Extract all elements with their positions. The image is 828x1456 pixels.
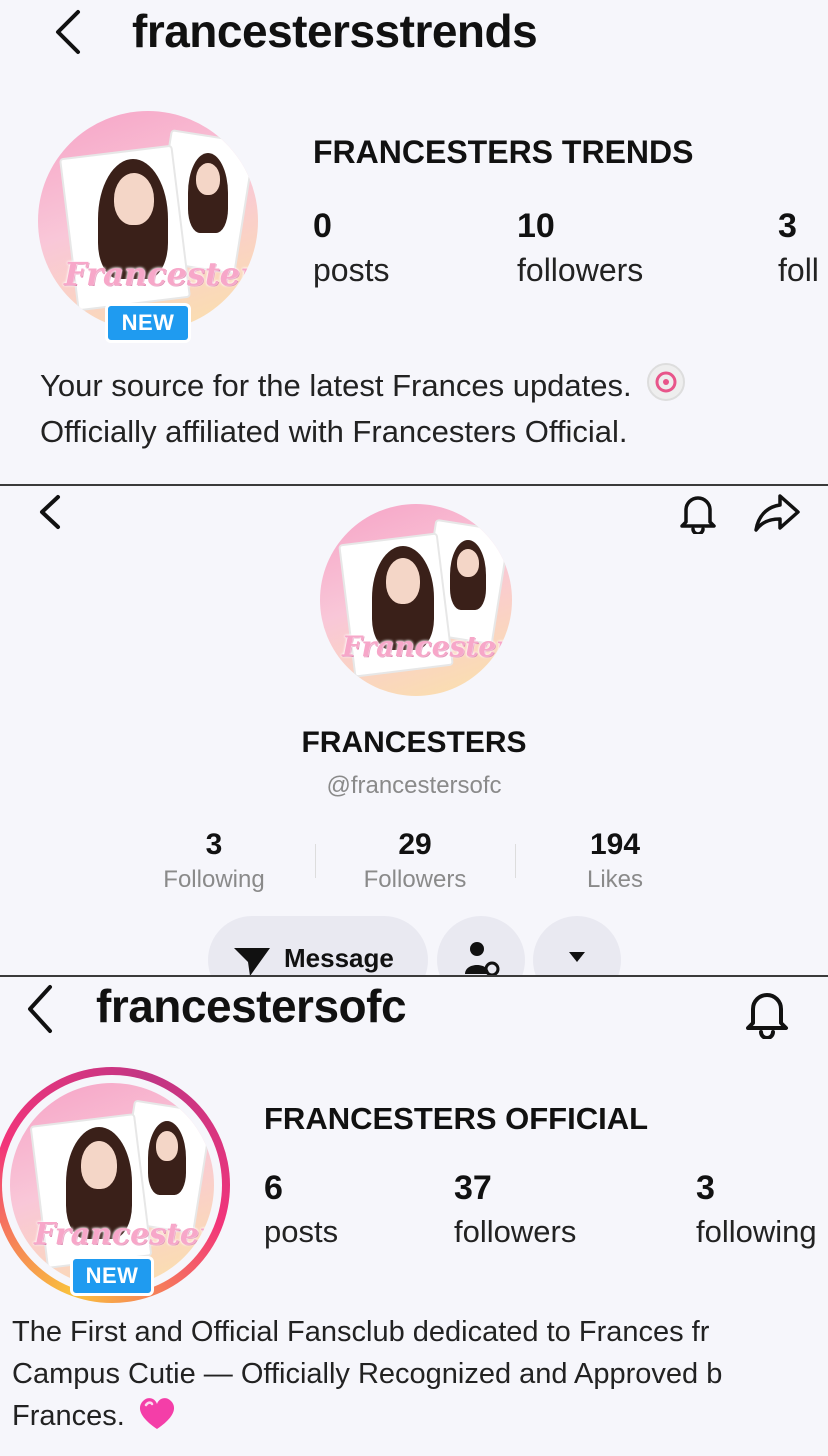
bell-icon[interactable] bbox=[740, 985, 794, 1039]
person-settings-icon bbox=[463, 940, 503, 975]
dropdown-caret-icon bbox=[567, 950, 587, 964]
swirl-emoji-icon bbox=[646, 362, 686, 402]
stat-value: 3 bbox=[696, 1169, 715, 1207]
stat-label: Likes bbox=[586, 866, 644, 893]
pink-heart-emoji-icon bbox=[137, 1395, 177, 1431]
stat-value: 3 bbox=[778, 207, 797, 245]
stat-label: foll bbox=[778, 252, 819, 288]
new-badge: NEW bbox=[105, 303, 191, 343]
profile-panel-francestersofc: francestersofc Francesters NEW FRANCESTE… bbox=[0, 977, 828, 1456]
message-send-icon bbox=[232, 944, 272, 975]
avatar-logo-text: Francesters bbox=[34, 1217, 214, 1252]
profile-username: francestersstrends bbox=[132, 5, 538, 57]
avatar[interactable]: Francesters bbox=[38, 111, 258, 331]
back-icon[interactable] bbox=[48, 6, 88, 58]
new-badge: NEW bbox=[70, 1256, 154, 1296]
stat-likes[interactable]: 194 Likes bbox=[515, 828, 715, 894]
profile-username: francestersofc bbox=[96, 980, 407, 1032]
stat-label: Following bbox=[163, 866, 265, 893]
bio-text: Campus Cutie — Officially Recognized and… bbox=[12, 1358, 723, 1390]
back-icon[interactable] bbox=[34, 492, 68, 532]
profile-display-name: FRANCESTERS OFFICIAL bbox=[264, 1101, 649, 1136]
stat-label: followers bbox=[454, 1214, 577, 1249]
stat-following[interactable]: 3 following bbox=[696, 1169, 817, 1250]
more-options-button[interactable] bbox=[533, 916, 621, 975]
stat-followers[interactable]: 10 followers bbox=[517, 207, 643, 289]
profile-display-name: FRANCESTERS bbox=[301, 726, 527, 759]
bio-text: Frances. bbox=[12, 1400, 125, 1432]
stat-value: 29 bbox=[398, 828, 432, 861]
stat-value: 37 bbox=[454, 1169, 492, 1207]
message-button[interactable]: Message bbox=[208, 916, 428, 975]
stat-value: 3 bbox=[205, 828, 223, 861]
stat-posts[interactable]: 6 posts bbox=[264, 1169, 338, 1250]
back-icon[interactable] bbox=[20, 981, 60, 1037]
avatar[interactable]: Francesters bbox=[320, 504, 512, 696]
profile-bio: Your source for the latest Frances updat… bbox=[40, 362, 686, 455]
bell-icon[interactable] bbox=[676, 490, 720, 534]
stat-label: Followers bbox=[363, 866, 467, 893]
avatar-logo-text: Francesters bbox=[64, 255, 258, 293]
message-button-label: Message bbox=[284, 943, 394, 973]
add-friend-button[interactable] bbox=[437, 916, 525, 975]
stat-label: followers bbox=[517, 252, 644, 288]
stat-followers[interactable]: 29 Followers bbox=[315, 828, 515, 894]
stat-following[interactable]: 3 foll bbox=[778, 207, 819, 289]
avatar-logo-text: Francesters bbox=[342, 630, 512, 663]
stat-value: 10 bbox=[517, 207, 555, 245]
profile-bio: The First and Official Fansclub dedicate… bbox=[12, 1311, 828, 1437]
stat-value: 0 bbox=[313, 207, 332, 245]
stat-followers[interactable]: 37 followers bbox=[454, 1169, 576, 1250]
stat-following[interactable]: 3 Following bbox=[114, 828, 314, 894]
profile-panel-francesters: Francesters FRANCESTERS @francestersofc … bbox=[0, 486, 828, 975]
profile-panel-francestersstrends: francestersstrends Francesters NEW FRANC… bbox=[0, 0, 828, 484]
stat-value: 6 bbox=[264, 1169, 283, 1207]
bio-text: Your source for the latest Frances updat… bbox=[40, 368, 632, 403]
profile-handle: @francestersofc bbox=[326, 772, 502, 799]
stat-value: 194 bbox=[589, 828, 641, 861]
bio-text: The First and Official Fansclub dedicate… bbox=[12, 1316, 710, 1348]
stat-label: posts bbox=[264, 1214, 339, 1249]
stat-posts[interactable]: 0 posts bbox=[313, 207, 389, 289]
share-icon[interactable] bbox=[752, 490, 802, 534]
bio-line: Your source for the latest Frances updat… bbox=[40, 362, 686, 409]
profile-display-name: FRANCESTERS TRENDS bbox=[313, 134, 694, 170]
stat-label: following bbox=[696, 1214, 817, 1249]
bio-line: Frances. bbox=[12, 1395, 828, 1437]
bio-text: Officially affiliated with Francesters O… bbox=[40, 414, 628, 449]
stat-label: posts bbox=[313, 252, 390, 288]
